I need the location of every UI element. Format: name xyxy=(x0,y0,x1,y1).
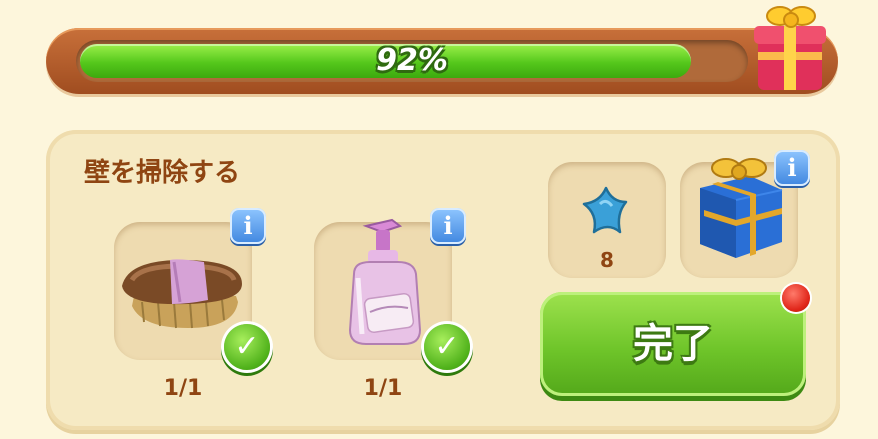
item-count-label: 1/1 xyxy=(363,376,403,401)
soap-bottle-icon xyxy=(348,218,422,345)
check-icon: ✓ xyxy=(224,324,270,370)
task-title: 壁を掃除する xyxy=(84,158,241,188)
info-icon[interactable]: i xyxy=(230,208,266,244)
info-icon[interactable]: i xyxy=(774,150,810,186)
check-icon: ✓ xyxy=(424,324,470,370)
notification-dot xyxy=(782,284,810,312)
item-count-label: 1/1 xyxy=(163,376,203,401)
progress-percent-label: 92% xyxy=(376,43,448,78)
brush-icon xyxy=(122,259,242,329)
star-reward-count: 8 xyxy=(600,248,614,272)
blue-star-icon xyxy=(582,186,628,234)
gift-box-icon[interactable] xyxy=(750,0,832,96)
info-icon[interactable]: i xyxy=(430,208,466,244)
complete-button-label: 完了 xyxy=(633,321,713,367)
